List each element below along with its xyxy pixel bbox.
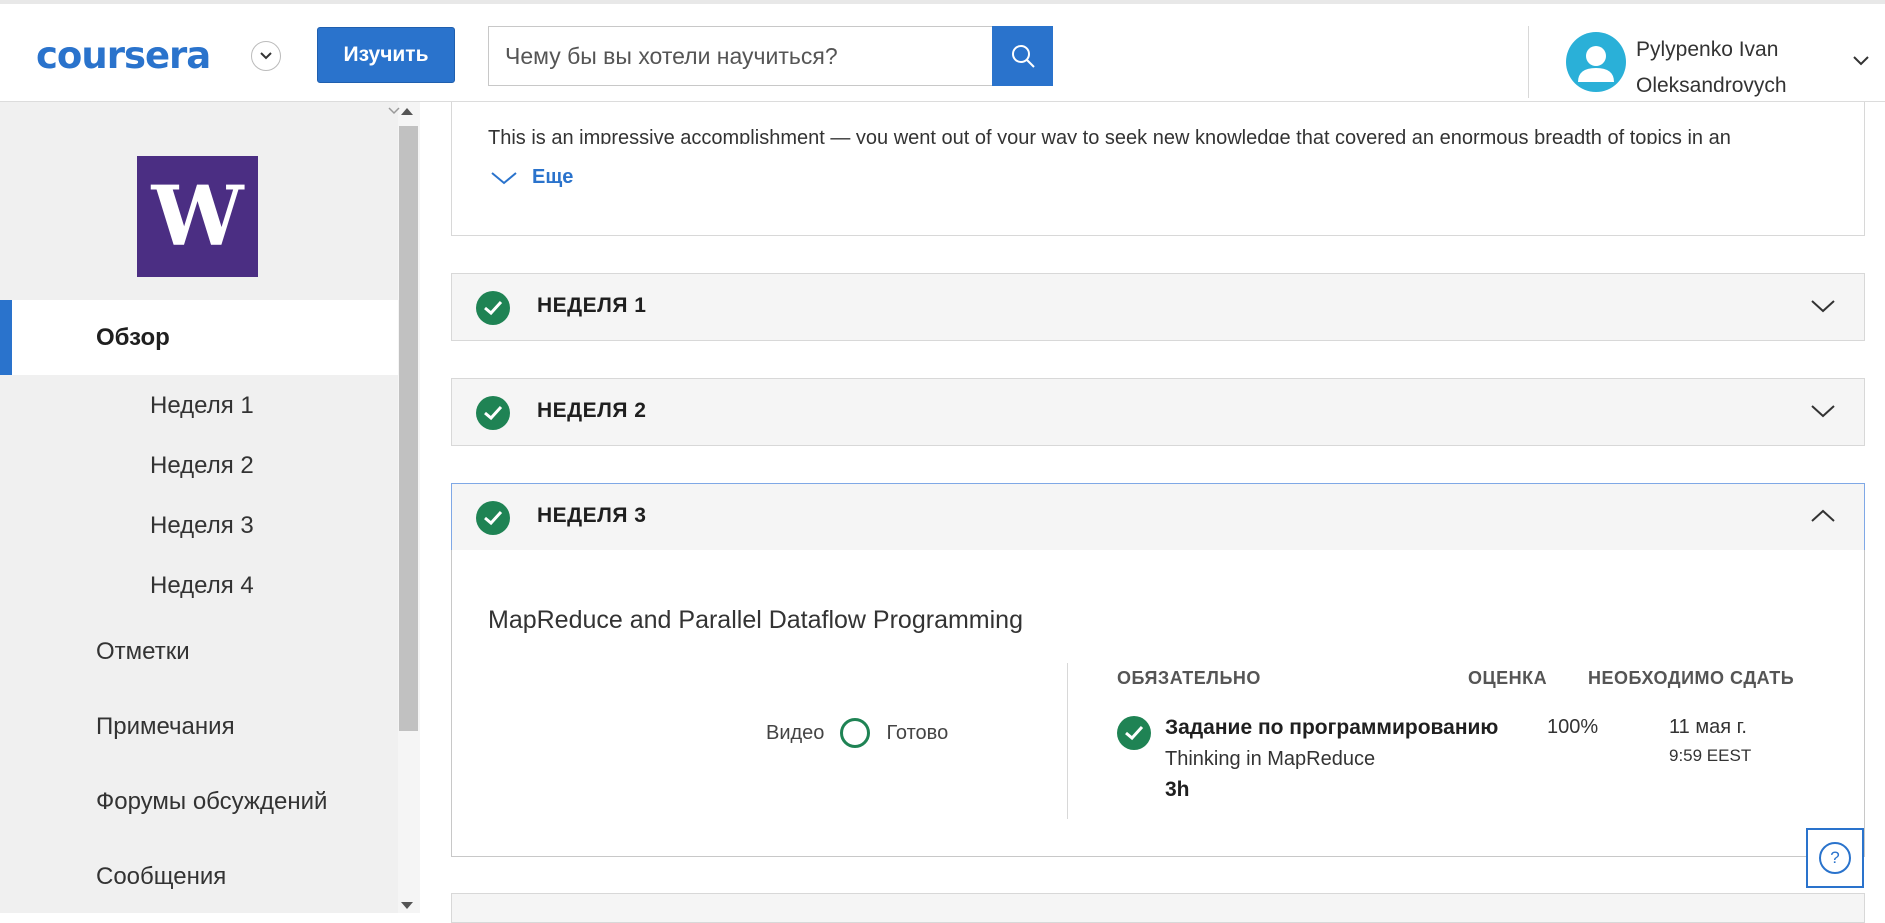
week-description: MapReduce and Parallel Dataflow Programm… [488, 606, 1023, 634]
week-4-header[interactable] [451, 893, 1865, 923]
assignment-duration: 3h [1165, 778, 1190, 801]
col-grade: ОЦЕНКА [1468, 668, 1548, 688]
avatar[interactable] [1566, 32, 1626, 92]
assignment-due-time: 9:59 EEST [1669, 746, 1752, 765]
question-icon: ? [1819, 842, 1851, 874]
week-3-header[interactable]: НЕДЕЛЯ 3 [451, 483, 1865, 551]
sidebar-item-grades[interactable]: Отметки [96, 638, 190, 666]
video-label: Видео [766, 721, 825, 744]
sidebar-active-indicator [0, 300, 12, 375]
week-title: НЕДЕЛЯ 3 [537, 504, 647, 527]
chevron-down-icon [491, 171, 517, 184]
show-more-link[interactable]: Еще [490, 166, 573, 189]
institution-logo-letter: W [151, 168, 244, 265]
sidebar: W Обзор Неделя 1 Неделя 2 Неделя 3 Недел… [0, 102, 398, 913]
search-input[interactable]: Чему бы вы хотели научиться? [488, 26, 993, 86]
assignment-title[interactable]: Задание по программированию [1165, 716, 1498, 740]
show-more-label: Еще [532, 166, 574, 188]
check-icon [476, 501, 510, 535]
scroll-up-icon[interactable] [401, 108, 413, 115]
sidebar-scrollbar-thumb[interactable] [399, 126, 418, 731]
sidebar-item-overview[interactable]: Обзор [96, 324, 170, 352]
check-icon [476, 291, 510, 325]
institution-logo: W [137, 156, 258, 277]
video-status-label: Готово [886, 721, 949, 744]
top-header: coursera Изучить Чему бы вы хотели научи… [0, 0, 1885, 102]
about-text: This is an impressive accomplishment — y… [488, 127, 1731, 144]
week-title: НЕДЕЛЯ 2 [537, 399, 647, 422]
col-required: ОБЯЗАТЕЛЬНО [1117, 668, 1261, 688]
week-3-content: MapReduce and Parallel Dataflow Programm… [451, 550, 1865, 857]
chevron-down-icon [1810, 403, 1836, 424]
sidebar-item-week-2[interactable]: Неделя 2 [150, 452, 254, 480]
chevron-down-icon[interactable] [1852, 54, 1870, 72]
sidebar-item-messages[interactable]: Сообщения [96, 863, 226, 891]
assignment-subtitle[interactable]: Thinking in MapReduce [1165, 748, 1375, 771]
sidebar-item-week-4[interactable]: Неделя 4 [150, 572, 254, 600]
chevron-down-icon[interactable] [251, 41, 281, 71]
assignment-grade: 100% [1547, 716, 1599, 738]
sidebar-item-notes[interactable]: Примечания [96, 713, 235, 741]
progress-ring-icon [840, 718, 871, 748]
chevron-down-icon [1810, 298, 1836, 319]
scroll-down-icon[interactable] [401, 902, 413, 909]
week-1-header[interactable]: НЕДЕЛЯ 1 [451, 273, 1865, 341]
video-status: Видео Готово [766, 718, 948, 748]
week-2-header[interactable]: НЕДЕЛЯ 2 [451, 378, 1865, 446]
search-button[interactable] [992, 26, 1053, 86]
sidebar-item-week-1[interactable]: Неделя 1 [150, 392, 254, 420]
chevron-up-icon [1810, 508, 1836, 529]
col-due: НЕОБХОДИМО СДАТЬ [1588, 668, 1795, 688]
about-card: This is an impressive accomplishment — y… [451, 102, 1865, 236]
assignment-due-date: 11 мая г. [1669, 716, 1747, 738]
check-icon [476, 396, 510, 430]
column-divider [1067, 663, 1068, 819]
check-icon [1117, 716, 1151, 750]
sidebar-item-week-3[interactable]: Неделя 3 [150, 512, 254, 540]
week-title: НЕДЕЛЯ 1 [537, 294, 647, 317]
coursera-logo[interactable]: coursera [36, 34, 211, 77]
sidebar-active-bg [0, 300, 398, 375]
help-button[interactable]: ? [1806, 828, 1864, 888]
search-icon [1011, 45, 1035, 68]
sidebar-item-forums[interactable]: Форумы обсуждений [96, 788, 327, 816]
header-divider [1528, 26, 1529, 98]
explore-button[interactable]: Изучить [317, 27, 455, 83]
user-name[interactable]: Pylypenko Ivan Oleksandrovych [1636, 32, 1836, 104]
chevron-down-icon [388, 102, 400, 120]
